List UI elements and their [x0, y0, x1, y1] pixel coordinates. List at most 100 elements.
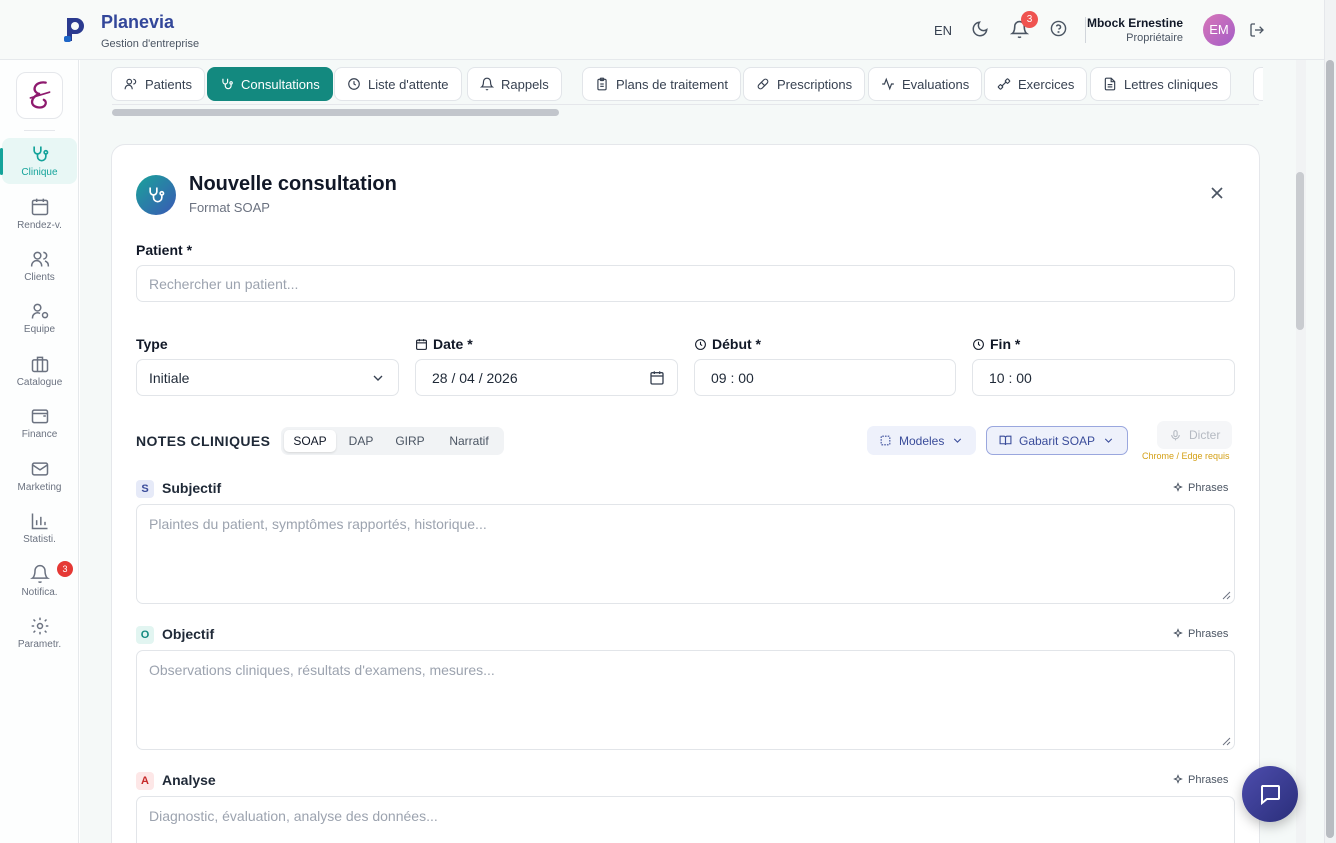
mail-icon	[31, 462, 48, 476]
notifications-badge: 3	[57, 561, 73, 577]
tab-liste-attente[interactable]: Liste d'attente	[334, 67, 462, 101]
app-logo-icon[interactable]	[62, 14, 88, 44]
format-soap[interactable]: SOAP	[284, 430, 336, 452]
models-button[interactable]: Modeles	[867, 426, 977, 455]
tab-lettres-cliniques[interactable]: Lettres cliniques	[1090, 67, 1231, 101]
tab-label: Rappels	[501, 76, 549, 92]
content-scrollbar[interactable]	[1296, 172, 1304, 330]
page-scrollbar[interactable]	[1326, 60, 1334, 838]
format-girp[interactable]: GIRP	[386, 430, 434, 452]
sidebar-item-clinique[interactable]: Clinique	[0, 138, 77, 184]
avatar[interactable]: EM	[1203, 14, 1235, 46]
sidebar-item-marketing[interactable]: Marketing	[2, 453, 77, 499]
tab-evaluations[interactable]: Evaluations	[868, 67, 983, 101]
type-label: Type	[136, 336, 168, 352]
format-dap[interactable]: DAP	[338, 430, 384, 452]
tab-consultations[interactable]: Consultations	[207, 67, 333, 101]
browser-requirement-note: Chrome / Edge requis	[1142, 451, 1230, 461]
clinic-logo[interactable]	[16, 72, 63, 119]
resize-handle-icon[interactable]	[1221, 736, 1231, 746]
main-content: Patients Consultations Liste d'attente R…	[80, 60, 1324, 843]
logout-icon[interactable]	[1249, 22, 1265, 38]
wallet-icon	[31, 409, 48, 424]
pill-icon	[757, 78, 769, 90]
dark-mode-icon[interactable]	[971, 20, 989, 38]
stethoscope-icon	[32, 146, 48, 162]
subjective-textarea[interactable]: Plaintes du patient, symptômes rapportés…	[136, 504, 1235, 604]
sidebar-item-label: Clients	[24, 272, 55, 283]
sidebar-item-label: Parametr.	[17, 639, 62, 650]
sidebar-separator	[24, 130, 55, 131]
notes-format-switch: SOAP DAP GIRP Narratif	[281, 427, 504, 455]
sidebar: Clinique Rendez-v. Clients Equipe Catalo…	[0, 60, 79, 843]
notifications-badge: 3	[1021, 11, 1038, 28]
clock-icon	[348, 78, 360, 90]
sidebar-item-catalogue[interactable]: Catalogue	[2, 348, 77, 394]
stethoscope-icon	[222, 78, 233, 90]
bell-icon	[480, 77, 494, 91]
tab-patients[interactable]: Patients	[111, 67, 205, 101]
chevron-down-icon	[954, 438, 962, 443]
dumbbell-icon	[997, 78, 1011, 90]
tab-label: Consultations	[241, 76, 320, 92]
sidebar-item-rendez-vous[interactable]: Rendez-v.	[2, 191, 77, 237]
tab-label: Patients	[145, 76, 192, 92]
tab-label: Prescriptions	[777, 76, 853, 92]
consultation-form-card: Nouvelle consultation Format SOAP Patien…	[111, 144, 1260, 843]
sidebar-item-label: Catalogue	[16, 377, 63, 388]
subjective-letter-badge: S	[136, 480, 154, 498]
tab-plans-traitement[interactable]: Plans de traitement	[582, 67, 742, 101]
sidebar-item-finance[interactable]: Finance	[2, 400, 77, 446]
calendar-picker-icon[interactable]	[649, 370, 665, 386]
objective-phrases-button[interactable]: Phrases	[1172, 628, 1228, 640]
tab-prescriptions[interactable]: Prescriptions	[743, 67, 866, 101]
analysis-phrases-button[interactable]: Phrases	[1172, 774, 1228, 786]
end-time-field[interactable]: 10 : 00	[972, 359, 1235, 396]
objective-textarea[interactable]: Observations cliniques, résultats d'exam…	[136, 650, 1235, 750]
clinic-logo-icon	[29, 81, 51, 109]
help-icon[interactable]	[1050, 20, 1067, 37]
subjective-phrases-button[interactable]: Phrases	[1172, 482, 1228, 494]
analysis-textarea[interactable]: Diagnostic, évaluation, analyse des donn…	[136, 796, 1235, 843]
sidebar-item-label: Notifica.	[21, 587, 58, 598]
date-label: Date *	[415, 336, 473, 352]
tab-rappels[interactable]: Rappels	[467, 67, 562, 101]
type-select[interactable]: Initiale	[136, 359, 399, 396]
tab-overflow[interactable]	[1253, 67, 1263, 101]
dictate-button[interactable]: Dicter	[1157, 421, 1233, 449]
template-icon	[880, 435, 891, 446]
tabs-scrollbar[interactable]	[112, 109, 559, 116]
start-time-field[interactable]: 09 : 00	[694, 359, 956, 396]
analysis-placeholder: Diagnostic, évaluation, analyse des donn…	[149, 808, 438, 824]
resize-handle-icon[interactable]	[1221, 590, 1231, 600]
tab-exercices[interactable]: Exercices	[984, 67, 1088, 101]
sidebar-item-parametres[interactable]: Parametr.	[2, 610, 77, 656]
user-cog-icon	[31, 303, 48, 319]
patient-label: Patient *	[136, 242, 193, 258]
sidebar-item-statistiques[interactable]: Statisti.	[2, 505, 77, 551]
language-toggle[interactable]: EN	[934, 23, 952, 38]
chevron-down-icon	[1104, 438, 1113, 443]
format-narratif[interactable]: Narratif	[436, 430, 502, 452]
chat-button[interactable]	[1242, 766, 1298, 822]
user-role: Propriétaire	[1126, 32, 1183, 44]
users-icon	[30, 251, 49, 267]
header-divider	[1085, 17, 1086, 43]
patient-search-input[interactable]: Rechercher un patient...	[136, 265, 1235, 302]
sidebar-item-label: Marketing	[17, 482, 62, 493]
sidebar-item-clients[interactable]: Clients	[2, 243, 77, 289]
date-field[interactable]: 28 / 04 / 2026	[415, 359, 678, 396]
sparkles-icon	[1173, 774, 1183, 784]
tab-label: Exercices	[1018, 76, 1075, 92]
clock-icon	[695, 338, 706, 350]
close-icon[interactable]	[1207, 183, 1227, 203]
sidebar-item-label: Rendez-v.	[17, 220, 62, 231]
clock-icon	[973, 338, 984, 350]
objective-letter-badge: O	[136, 626, 154, 644]
start-label: Début *	[694, 336, 761, 352]
sidebar-item-equipe[interactable]: Equipe	[2, 295, 77, 341]
soap-template-button[interactable]: Gabarit SOAP	[986, 426, 1129, 455]
activity-icon	[882, 77, 894, 91]
book-open-icon	[999, 435, 1012, 445]
analysis-letter-badge: A	[136, 772, 154, 790]
